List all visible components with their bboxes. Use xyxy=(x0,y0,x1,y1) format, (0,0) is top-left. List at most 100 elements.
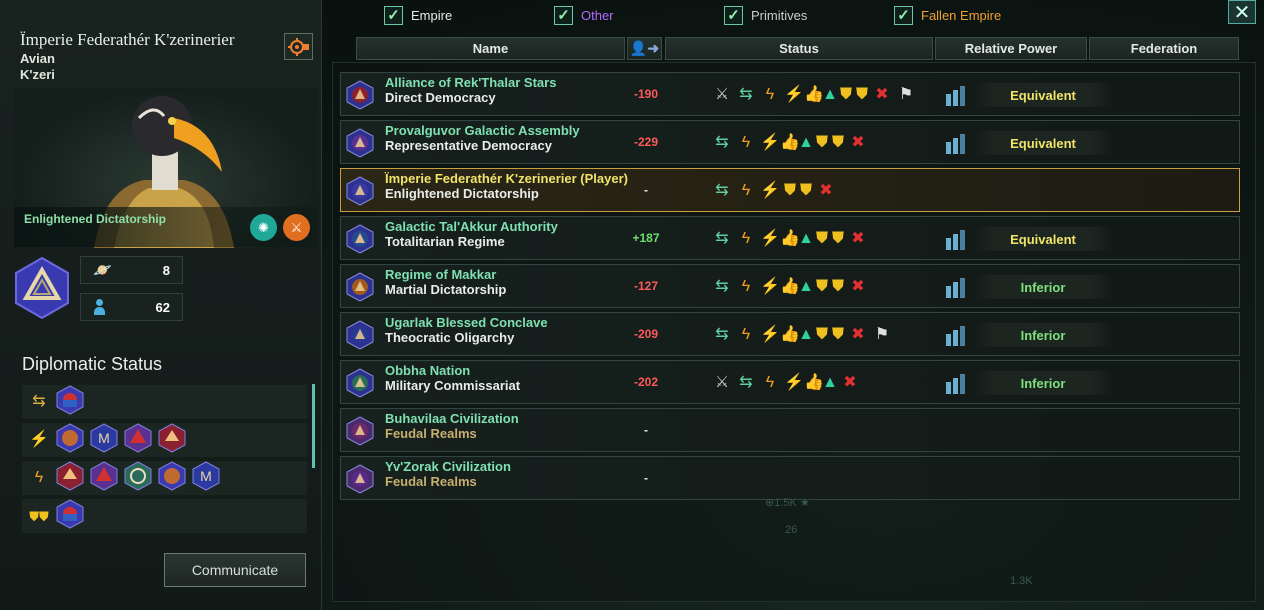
empire-row[interactable]: Provalguvor Galactic Assembly Representat… xyxy=(340,120,1240,164)
thumbs-up-icon[interactable]: 👍 xyxy=(780,276,800,298)
empire-row-opinion[interactable]: -202 xyxy=(601,375,691,389)
thumbs-up-icon[interactable]: 👍 xyxy=(780,132,800,154)
lightning-icon[interactable]: ⚡ xyxy=(759,132,781,154)
research-bolt-icon[interactable]: ϟ xyxy=(759,372,781,394)
diplomatic-status-scrollbar[interactable] xyxy=(312,384,315,468)
empire-row[interactable]: Ïmperie Federathér K'zerinerier (Player)… xyxy=(340,168,1240,212)
empire-row-opinion[interactable]: - xyxy=(601,183,691,197)
checkbox-checked-icon[interactable]: ✓ xyxy=(724,6,743,25)
empire-emblem-icon[interactable] xyxy=(124,422,152,458)
thumbs-up-icon[interactable]: 👍 xyxy=(804,372,824,394)
empire-row[interactable]: Ugarlak Blessed Conclave Theocratic Oliga… xyxy=(340,312,1240,356)
empire-row[interactable]: Yv'Zorak Civilization Feudal Realms - xyxy=(340,456,1240,500)
checkbox-checked-icon[interactable]: ✓ xyxy=(384,6,403,25)
war-icon[interactable]: ⚔ xyxy=(711,372,733,394)
shield-icon[interactable]: ⛊ xyxy=(815,276,829,298)
shield-icon[interactable]: ⛊ xyxy=(831,132,845,154)
research-bolt-icon[interactable]: ϟ xyxy=(735,228,757,250)
lightning-icon[interactable]: ⚡ xyxy=(759,180,781,202)
war-icon[interactable]: ⚔ xyxy=(711,84,733,106)
handshake-icon[interactable]: ▲ xyxy=(798,228,814,250)
trade-arrows-icon[interactable]: ⇆ xyxy=(735,372,757,394)
shield-icon[interactable]: ⛊ xyxy=(831,324,845,346)
empire-emblem-icon[interactable] xyxy=(56,384,84,420)
empire-emblem-icon[interactable] xyxy=(124,460,152,496)
thumbs-up-icon[interactable]: 👍 xyxy=(804,84,824,106)
header-status[interactable]: Status xyxy=(665,37,933,60)
empire-row[interactable]: Obbha Nation Military Commissariat -202 ⚔ ⇆ ϟ… xyxy=(340,360,1240,404)
empire-emblem-icon[interactable]: M xyxy=(90,422,118,458)
handshake-icon[interactable]: ▲ xyxy=(798,276,814,298)
trade-arrows-icon[interactable]: ⇆ xyxy=(711,228,733,250)
lightning-icon[interactable]: ⚡ xyxy=(759,324,781,346)
empire-emblem-icon[interactable] xyxy=(56,460,84,496)
close-icon[interactable]: ✕ xyxy=(1228,0,1256,24)
no-pact-icon[interactable]: ✖ xyxy=(871,84,893,106)
lightning-icon[interactable]: ⚡ xyxy=(783,372,805,394)
shield-icon[interactable]: ⛊ xyxy=(815,324,829,346)
no-pact-icon[interactable]: ✖ xyxy=(815,180,837,202)
empire-row[interactable]: Buhavilaa Civilization Feudal Realms - xyxy=(340,408,1240,452)
handshake-icon[interactable]: ▲ xyxy=(822,372,838,394)
trade-arrows-icon[interactable]: ⇆ xyxy=(711,180,733,202)
empire-row[interactable]: Alliance of Rek'Thalar Stars Direct Democ… xyxy=(340,72,1240,116)
checkbox-checked-icon[interactable]: ✓ xyxy=(894,6,913,25)
checkbox-checked-icon[interactable]: ✓ xyxy=(554,6,573,25)
header-federation[interactable]: Federation xyxy=(1089,37,1239,60)
shield-icon[interactable]: ⛊ xyxy=(831,228,845,250)
flag-icon[interactable]: ⚑ xyxy=(871,324,893,346)
shield-icon[interactable]: ⛊ xyxy=(855,84,869,106)
power-bars-icon[interactable] xyxy=(945,86,967,106)
header-name[interactable]: Name xyxy=(356,37,625,60)
lightning-icon[interactable]: ⚡ xyxy=(759,228,781,250)
power-bars-icon[interactable] xyxy=(945,326,967,346)
empire-row-opinion[interactable]: -190 xyxy=(601,87,691,101)
filter-fallen-empire[interactable]: ✓ Fallen Empire xyxy=(894,6,1001,25)
diplomatic-row-defensive[interactable]: ⛊⛊ xyxy=(22,498,307,534)
empire-row-opinion[interactable]: -127 xyxy=(601,279,691,293)
empire-emblem-icon[interactable] xyxy=(56,498,84,534)
no-pact-icon[interactable]: ✖ xyxy=(847,324,869,346)
lightning-icon[interactable]: ⚡ xyxy=(759,276,781,298)
militarist-icon[interactable]: ⚔ xyxy=(283,214,310,241)
research-bolt-icon[interactable]: ϟ xyxy=(735,180,757,202)
shield-icon[interactable]: ⛊ xyxy=(839,84,853,106)
research-bolt-icon[interactable]: ϟ xyxy=(735,132,757,154)
power-bars-icon[interactable] xyxy=(945,278,967,298)
research-bolt-icon[interactable]: ϟ xyxy=(735,276,757,298)
trade-arrows-icon[interactable]: ⇆ xyxy=(735,84,757,106)
empire-emblem-icon[interactable] xyxy=(158,460,186,496)
handshake-icon[interactable]: ▲ xyxy=(798,324,814,346)
no-pact-icon[interactable]: ✖ xyxy=(847,276,869,298)
shield-icon[interactable]: ⛊ xyxy=(815,132,829,154)
no-pact-icon[interactable]: ✖ xyxy=(847,132,869,154)
empire-emblem-icon[interactable]: M xyxy=(192,460,220,496)
thumbs-up-icon[interactable]: 👍 xyxy=(780,324,800,346)
shield-icon[interactable]: ⛊ xyxy=(799,180,813,202)
empire-row[interactable]: Galactic Tal'Akkur Authority Totalitarian… xyxy=(340,216,1240,260)
handshake-icon[interactable]: ▲ xyxy=(798,132,814,154)
filter-other[interactable]: ✓ Other xyxy=(554,6,614,25)
empire-row-opinion[interactable]: +187 xyxy=(601,231,691,245)
shield-icon[interactable]: ⛊ xyxy=(831,276,845,298)
power-bars-icon[interactable] xyxy=(945,134,967,154)
ethic-icon[interactable]: ✺ xyxy=(250,214,277,241)
shield-icon[interactable]: ⛊ xyxy=(815,228,829,250)
diplomatic-row-trade[interactable]: ⇆ xyxy=(22,384,307,420)
header-relative-power[interactable]: Relative Power xyxy=(935,37,1087,60)
empire-emblem-icon[interactable] xyxy=(90,460,118,496)
flag-icon[interactable]: ⚑ xyxy=(895,84,917,106)
shield-icon[interactable]: ⛊ xyxy=(783,180,797,202)
empire-emblem-icon[interactable] xyxy=(56,422,84,458)
filter-empire[interactable]: ✓ Empire xyxy=(384,6,452,25)
header-opinion[interactable]: 👤➜ xyxy=(627,37,662,60)
no-pact-icon[interactable]: ✖ xyxy=(839,372,861,394)
lightning-icon[interactable]: ⚡ xyxy=(783,84,805,106)
focus-camera-button[interactable] xyxy=(284,33,313,60)
empire-row-opinion[interactable]: - xyxy=(601,423,691,437)
trade-arrows-icon[interactable]: ⇆ xyxy=(711,276,733,298)
empire-row[interactable]: Regime of Makkar Martial Dictatorship -127… xyxy=(340,264,1240,308)
filter-primitives[interactable]: ✓ Primitives xyxy=(724,6,807,25)
empire-emblem-icon[interactable] xyxy=(158,422,186,458)
power-bars-icon[interactable] xyxy=(945,374,967,394)
